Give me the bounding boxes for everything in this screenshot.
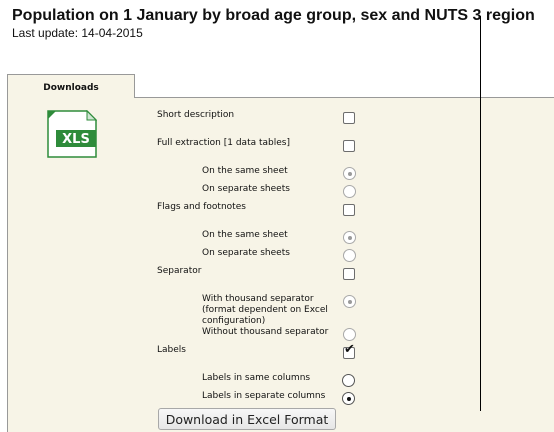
without-thousand-separator-label: Without thousand separator [202,327,329,337]
separator-checkbox[interactable] [343,268,355,280]
flags-separate-sheets-label: On separate sheets [202,248,290,258]
separate-sheets-label: On separate sheets [202,184,290,194]
flags-footnotes-label: Flags and footnotes [157,202,246,212]
flags-separate-sheets-radio[interactable] [343,249,356,262]
radio-selected-dot [347,235,352,240]
page-title: Population on 1 January by broad age gro… [12,7,535,24]
same-sheet-radio[interactable] [343,167,356,180]
xls-file-icon: XLS [47,109,98,158]
short-description-checkbox[interactable] [343,112,355,124]
with-thousand-separator-radio[interactable] [343,295,356,308]
labels-label: Labels [157,345,186,355]
full-extraction-label: Full extraction [1 data tables] [157,138,290,148]
labels-separate-columns-radio[interactable] [342,392,355,405]
checkmark-icon: ✔ [344,342,355,357]
labels-separate-columns-label: Labels in separate columns [202,391,326,401]
short-description-label: Short description [157,110,235,120]
flags-footnotes-checkbox[interactable] [343,204,355,216]
full-extraction-checkbox[interactable] [343,140,355,152]
flags-same-sheet-label: On the same sheet [202,230,288,240]
vertical-divider-line [480,16,481,411]
flags-same-sheet-radio[interactable] [343,231,356,244]
separator-label: Separator [157,266,202,276]
with-thousand-separator-label: With thousand separator (format dependen… [202,294,328,326]
xls-icon-label: XLS [62,132,90,147]
labels-checkbox[interactable]: ✔ [343,343,355,359]
radio-selected-dot [346,396,351,401]
download-excel-button[interactable]: Download in Excel Format [158,408,336,430]
radio-selected-dot [347,299,352,304]
separate-sheets-radio[interactable] [343,185,356,198]
last-update-text: Last update: 14-04-2015 [12,26,143,40]
labels-same-columns-label: Labels in same columns [202,373,311,383]
labels-same-columns-radio[interactable] [342,374,355,387]
without-thousand-separator-radio[interactable] [343,328,356,341]
same-sheet-label: On the same sheet [202,166,288,176]
radio-selected-dot [347,171,352,176]
tab-downloads[interactable]: Downloads [7,74,135,100]
